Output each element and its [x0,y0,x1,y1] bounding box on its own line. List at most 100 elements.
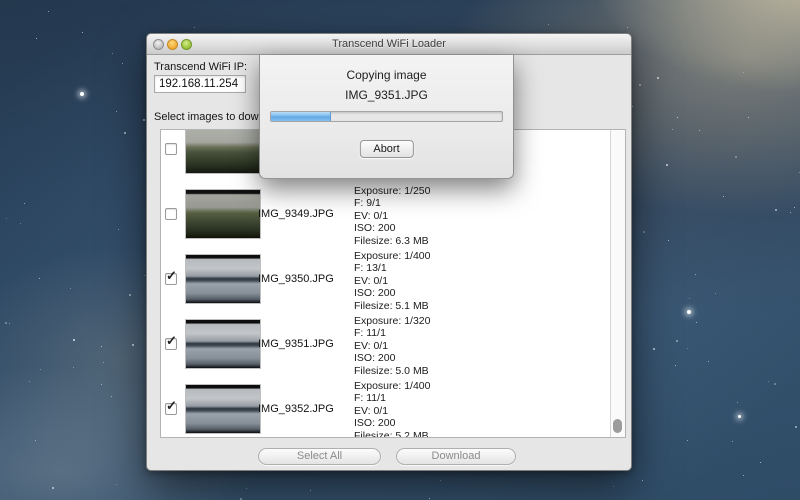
star [677,117,678,118]
star [708,361,709,362]
image-checkbox[interactable]: ✓ [165,403,177,415]
image-exif: Exposure: 1/400F: 11/1EV: 0/1ISO: 200Fil… [354,380,430,438]
star [666,164,668,166]
image-checkbox[interactable]: ✓ [165,338,177,350]
bright-star [738,415,741,418]
checkmark-icon: ✓ [166,269,177,282]
copy-progress-dialog: Copying image IMG_9351.JPG Abort [259,55,514,179]
star [101,346,102,347]
star [35,440,36,441]
star [70,288,71,289]
star [695,274,696,275]
image-checkbox[interactable]: ✓ [165,273,177,285]
list-scrollbar[interactable] [610,130,625,437]
dialog-filename: IMG_9351.JPG [260,88,513,102]
star [642,480,643,481]
star [668,240,669,241]
image-thumbnail [186,190,260,238]
star [613,486,614,487]
image-checkbox[interactable]: ✓ [165,143,177,155]
bright-star [80,92,84,96]
download-button[interactable]: Download [396,448,516,465]
star [9,323,10,324]
star [24,203,25,204]
list-item[interactable]: ✓ IMG_9350.JPG Exposure: 1/400F: 13/1EV:… [161,247,610,312]
star [723,196,724,197]
star [774,383,776,385]
list-item[interactable]: ✓ IMG_9352.JPG Exposure: 1/400F: 11/1EV:… [161,377,610,438]
star [689,298,690,299]
star [129,294,131,296]
star [111,396,112,397]
list-item[interactable]: ✓ IMG_9351.JPG Exposure: 1/320F: 11/1EV:… [161,312,610,377]
star [743,475,744,476]
star [5,322,7,324]
star [429,498,430,499]
image-checkbox[interactable]: ✓ [165,208,177,220]
ip-input[interactable] [154,75,246,93]
list-item[interactable]: ✓ IMG_9349.JPG Exposure: 1/250F: 9/1EV: … [161,182,610,247]
scrollbar-thumb[interactable] [613,419,622,433]
star [132,344,134,346]
star [118,229,119,230]
star [112,53,113,54]
star [657,77,659,79]
star [760,462,761,463]
star [548,24,549,25]
star [20,223,21,224]
star [122,63,123,64]
app-window: Transcend WiFi Loader Transcend WiFi IP:… [146,33,632,471]
star [732,441,733,442]
star [73,367,74,368]
star [82,32,83,33]
star [643,231,645,233]
star [632,106,633,107]
star [653,348,655,350]
star [676,340,678,342]
star [36,38,37,39]
star [103,362,104,363]
window-titlebar[interactable]: Transcend WiFi Loader [147,34,631,55]
star [143,119,145,121]
checkmark-icon: ✓ [166,399,177,412]
abort-button[interactable]: Abort [359,140,413,158]
star [748,117,749,118]
star [672,129,673,130]
star [735,156,737,158]
star [194,27,195,28]
star [39,278,40,279]
image-filename: IMG_9350.JPG [258,273,334,285]
image-thumbnail [186,129,260,173]
star [794,207,795,208]
star [795,426,797,428]
star [144,275,145,276]
progress-bar [270,111,503,122]
star [715,293,716,294]
star [6,218,7,219]
star [737,402,738,403]
star [699,130,700,131]
image-exif: Exposure: 1/320F: 11/1EV: 0/1ISO: 200Fil… [354,315,430,377]
star [116,484,117,485]
window-title: Transcend WiFi Loader [147,38,631,50]
star [116,111,117,112]
star [790,212,791,213]
checkmark-icon: ✓ [166,334,177,347]
star [73,339,75,341]
star [29,381,30,382]
star [768,381,769,382]
star [440,480,441,481]
star [775,209,777,211]
select-all-button[interactable]: Select All [258,448,381,465]
image-filename: IMG_9352.JPG [258,403,334,415]
image-filename: IMG_9351.JPG [258,338,334,350]
star [687,348,688,349]
star [696,322,697,323]
star [48,11,49,12]
progress-bar-fill [271,112,331,121]
star [687,440,688,441]
star [310,490,311,491]
image-exif: Exposure: 1/400F: 13/1EV: 0/1ISO: 200Fil… [354,250,430,312]
star [675,365,676,366]
dialog-title: Copying image [260,68,513,82]
